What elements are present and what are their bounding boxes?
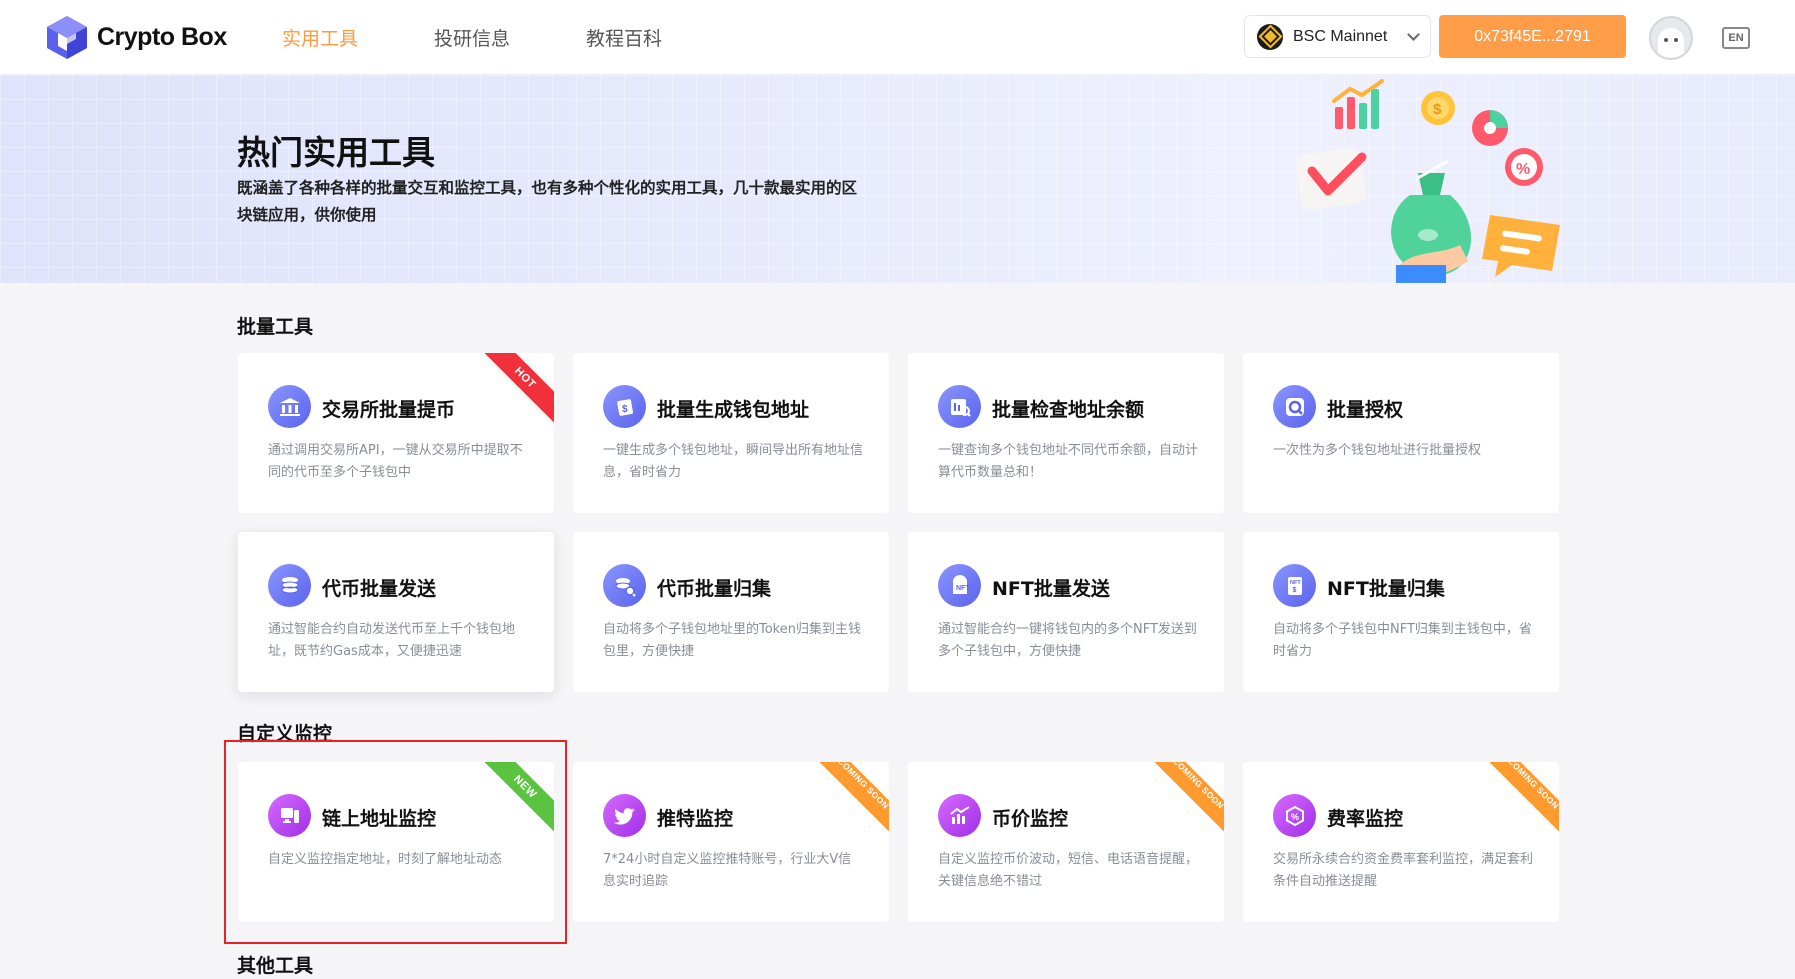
fee-rate-icon: %	[1273, 794, 1316, 837]
svg-text:%: %	[1291, 812, 1299, 822]
network-selector[interactable]: BSC Mainnet	[1244, 15, 1431, 58]
card-description: 一键生成多个钱包地址，瞬间导出所有地址信息，省时省力	[603, 443, 864, 480]
hot-badge: HOT	[474, 353, 554, 429]
authorize-icon	[1273, 385, 1316, 428]
nav-tools[interactable]: 实用工具	[282, 24, 358, 51]
svg-text:$: $	[622, 404, 628, 415]
card-title: 推特监控	[657, 808, 734, 830]
card-description: 通过智能合约一键将钱包内的多个NFT发送到多个子钱包中，方便快捷	[938, 622, 1197, 659]
network-label: BSC Mainnet	[1293, 27, 1388, 45]
cube-logo-icon	[47, 16, 87, 59]
svg-text:NFT: NFT	[956, 585, 970, 592]
logo-text: Crypto Box	[97, 22, 227, 51]
card-title: NFT批量发送	[992, 578, 1110, 600]
hero-banner: 热门实用工具 既涵盖了各种各样的批量交互和监控工具，也有多种个性化的实用工具，几…	[0, 75, 1795, 283]
avatar[interactable]	[1649, 16, 1693, 60]
card-title: 币价监控	[992, 808, 1069, 830]
svg-text:NFT: NFT	[1290, 580, 1301, 586]
tool-card-check-balance[interactable]: 批量检查地址余额 一键查询多个钱包地址不同代币余额，自动计算代币数量总和！	[908, 353, 1224, 513]
twitter-icon	[603, 794, 646, 837]
banner-title: 热门实用工具	[237, 133, 435, 172]
language-toggle[interactable]: EN	[1722, 27, 1750, 49]
wallet-address-button[interactable]: 0x73f45E...2791	[1439, 15, 1626, 58]
card-title: 交易所批量提币	[322, 399, 456, 421]
card-description: 通过调用交易所API，一键从交易所中提取不同的代币至多个子钱包中	[268, 443, 523, 480]
coins-collect-icon	[603, 564, 646, 607]
tool-card-batch-authorize[interactable]: 批量授权 一次性为多个钱包地址进行批量授权	[1243, 353, 1559, 513]
coins-send-icon	[268, 564, 311, 607]
svg-text:%: %	[1516, 161, 1530, 178]
tool-card-token-send[interactable]: 代币批量发送 通过智能合约自动发送代币至上千个钱包地址，既节约Gas成本，又便捷…	[238, 532, 554, 692]
tool-card-nft-collect[interactable]: NFT $ NFT批量归集 自动将多个子钱包中NFT归集到主钱包中，省时省力	[1243, 532, 1559, 692]
tool-card-price-monitor[interactable]: COMING SOON 币价监控 自定义监控币价波动，短信、电话语音提醒，关键信…	[908, 762, 1224, 922]
svg-text:$: $	[1433, 101, 1442, 118]
card-description: 一次性为多个钱包地址进行批量授权	[1273, 443, 1482, 458]
coming-soon-badge: COMING SOON	[1479, 762, 1559, 838]
card-description: 自动将多个子钱包地址里的Token归集到主钱包里，方便快捷	[603, 622, 861, 659]
nft-send-icon: NFT	[938, 564, 981, 607]
main-nav: 实用工具 投研信息 教程百科	[282, 24, 662, 51]
card-description: 7*24小时自定义监控推特账号，行业大V信息实时追踪	[603, 852, 852, 889]
card-title: 批量生成钱包地址	[657, 399, 810, 421]
section-title-other: 其他工具	[237, 955, 314, 977]
card-description: 通过智能合约自动发送代币至上千个钱包地址，既节约Gas成本，又便捷迅速	[268, 622, 516, 659]
card-title: 费率监控	[1327, 808, 1404, 830]
card-title: 批量授权	[1327, 399, 1404, 421]
nav-tutorials[interactable]: 教程百科	[586, 24, 662, 51]
logo[interactable]: Crypto Box	[45, 14, 227, 60]
price-chart-icon	[938, 794, 981, 837]
card-description: 自动将多个子钱包中NFT归集到主钱包中，省时省力	[1273, 622, 1532, 659]
tool-card-exchange-withdraw[interactable]: HOT 交易所批量提币 通过调用交易所API，一键从交易所中提取不同的代币至多个…	[238, 353, 554, 513]
tool-card-fee-rate-monitor[interactable]: COMING SOON % 费率监控 交易所永续合约资金费率套利监控，满足套利条…	[1243, 762, 1559, 922]
bnb-chain-icon	[1257, 23, 1283, 50]
top-navigation-bar: Crypto Box 实用工具 投研信息 教程百科 BSC Mainnet 0x…	[0, 0, 1795, 75]
tool-card-generate-wallets[interactable]: $ 批量生成钱包地址 一键生成多个钱包地址，瞬间导出所有地址信息，省时省力	[573, 353, 889, 513]
user-avatar-icon	[1658, 28, 1684, 58]
card-title: NFT批量归集	[1327, 578, 1445, 600]
chevron-down-icon	[1407, 27, 1420, 41]
coming-soon-badge: COMING SOON	[1144, 762, 1224, 838]
tool-card-twitter-monitor[interactable]: COMING SOON 推特监控 7*24小时自定义监控推特账号，行业大V信息实…	[573, 762, 889, 922]
card-title: 代币批量归集	[657, 578, 772, 600]
tool-card-nft-send[interactable]: NFT NFT批量发送 通过智能合约一键将钱包内的多个NFT发送到多个子钱包中，…	[908, 532, 1224, 692]
card-description: 一键查询多个钱包地址不同代币余额，自动计算代币数量总和！	[938, 443, 1199, 480]
card-title: 批量检查地址余额	[992, 399, 1145, 421]
bank-withdraw-icon	[268, 385, 311, 428]
svg-text:$: $	[1292, 587, 1296, 594]
card-title: 代币批量发送	[322, 578, 437, 600]
card-description: 自定义监控币价波动，短信、电话语音提醒，关键信息绝不错过	[938, 852, 1199, 889]
money-bag-illustration-icon: $ %	[1295, 79, 1560, 283]
wallet-generate-icon: $	[603, 385, 646, 428]
nav-research[interactable]: 投研信息	[434, 24, 510, 51]
section-title-batch: 批量工具	[237, 316, 314, 338]
nft-collect-icon: NFT $	[1273, 564, 1316, 607]
coming-soon-badge: COMING SOON	[809, 762, 889, 838]
tool-card-token-collect[interactable]: 代币批量归集 自动将多个子钱包地址里的Token归集到主钱包里，方便快捷	[573, 532, 889, 692]
card-description: 交易所永续合约资金费率套利监控，满足套利条件自动推送提醒	[1273, 852, 1534, 889]
banner-description: 既涵盖了各种各样的批量交互和监控工具，也有多种个性化的实用工具，几十款最实用的区…	[237, 179, 858, 224]
selection-highlight-box	[224, 740, 567, 944]
balance-check-icon	[938, 385, 981, 428]
